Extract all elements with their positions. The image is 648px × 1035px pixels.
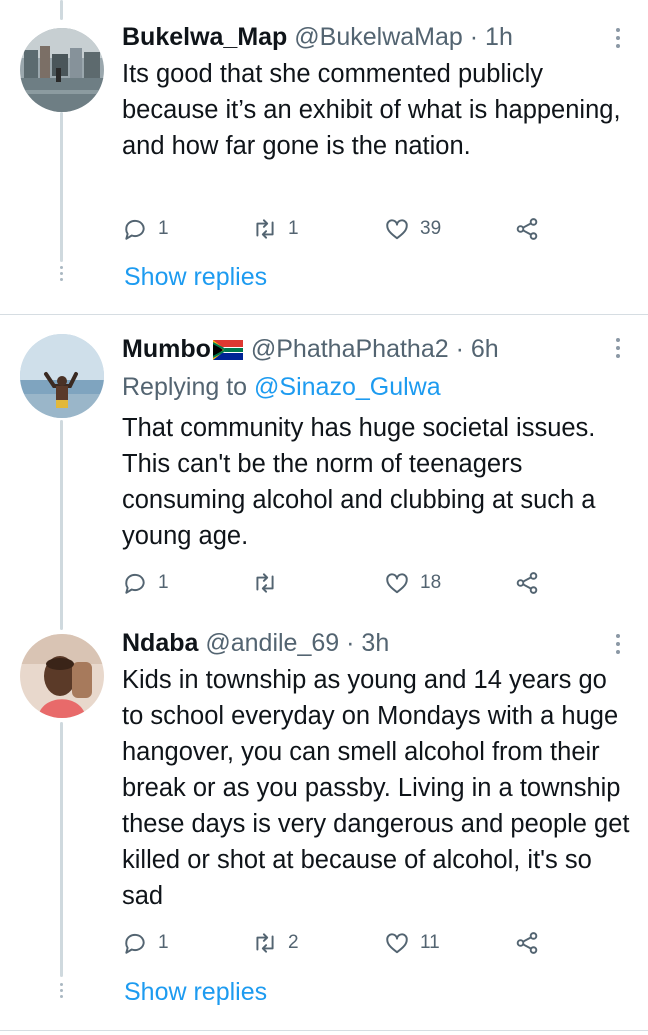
reply-button[interactable]: 1 [122, 214, 169, 244]
tweet-actions-1: 1 1 39 [122, 214, 562, 244]
retweet-button[interactable]: 1 [252, 214, 299, 244]
retweet-icon [256, 933, 274, 953]
display-name[interactable]: Ndaba [122, 629, 198, 657]
divider [0, 1030, 648, 1031]
display-name[interactable]: Bukelwa_Map [122, 23, 287, 51]
tweet-text: Kids in township as young and 14 years g… [122, 666, 630, 910]
share-button[interactable] [514, 928, 540, 958]
like-icon [386, 573, 408, 594]
reply-count: 1 [158, 932, 169, 953]
separator-dot: · [455, 335, 464, 363]
show-replies-link[interactable]: Show replies [124, 262, 267, 292]
reply-button[interactable]: 1 [122, 928, 169, 958]
separator-dot: · [469, 23, 479, 51]
retweet-count: 1 [288, 218, 299, 239]
thread-dots-1 [58, 266, 64, 281]
replying-to: Replying to @Sinazo_Gulwa [122, 372, 441, 402]
display-name[interactable]: Mumbo [122, 335, 211, 363]
reply-count: 1 [158, 218, 169, 239]
timestamp[interactable]: 6h [471, 335, 499, 363]
share-icon [516, 218, 538, 240]
timestamp[interactable]: 1h [485, 23, 513, 51]
retweet-button[interactable] [252, 568, 288, 598]
tweet-header-1: Bukelwa_Map @BukelwaMap · 1h [122, 22, 513, 52]
tweet-text: Its good that she commented publicly bec… [122, 60, 621, 160]
mention-link[interactable]: @Sinazo_Gulwa [254, 373, 441, 401]
reply-count: 1 [158, 572, 169, 593]
avatar-mumbo[interactable] [20, 334, 104, 418]
like-button[interactable]: 39 [384, 214, 441, 244]
timestamp[interactable]: 3h [361, 629, 389, 657]
like-count: 11 [420, 932, 440, 953]
tweet-actions-3: 1 2 11 [122, 928, 562, 958]
thread-line-3 [60, 722, 63, 977]
retweet-icon [256, 219, 274, 239]
like-count: 18 [420, 572, 442, 593]
tweet-header-2: Mumbo @PhathaPhatha2 · 6h [122, 334, 499, 364]
separator-dot: · [346, 629, 355, 657]
retweet-icon [256, 573, 274, 593]
user-handle[interactable]: @andile_69 [205, 629, 339, 657]
thread-line-top [60, 0, 63, 20]
reply-icon [125, 573, 145, 594]
avatar-bukelwa[interactable] [20, 28, 104, 112]
tweet-text: That community has huge societal issues.… [122, 414, 596, 550]
reply-icon [125, 933, 145, 954]
divider [0, 314, 648, 315]
share-button[interactable] [514, 214, 540, 244]
more-options-icon[interactable] [608, 28, 628, 48]
share-icon [516, 932, 538, 954]
thread-line-2 [60, 420, 63, 630]
retweet-count: 2 [288, 932, 299, 953]
tweet-actions-2: 1 18 [122, 568, 562, 598]
tweet-header-3: Ndaba @andile_69 · 3h [122, 628, 389, 658]
share-icon [516, 572, 538, 594]
replying-prefix: Replying to [122, 373, 248, 401]
thread-line-1 [60, 112, 63, 262]
show-replies-link[interactable]: Show replies [124, 977, 267, 1007]
retweet-button[interactable]: 2 [252, 928, 299, 958]
share-button[interactable] [514, 568, 540, 598]
reply-icon [125, 219, 145, 240]
thread-dots-3 [58, 983, 64, 998]
user-handle[interactable]: @PhathaPhatha2 [251, 335, 449, 363]
south-africa-flag-icon [212, 340, 243, 360]
more-options-icon[interactable] [608, 634, 628, 654]
like-icon [386, 933, 408, 954]
like-button[interactable]: 11 [384, 928, 440, 958]
like-icon [386, 219, 408, 240]
like-count: 39 [420, 218, 442, 239]
reply-button[interactable]: 1 [122, 568, 169, 598]
more-options-icon[interactable] [608, 338, 628, 358]
user-handle[interactable]: @BukelwaMap [294, 23, 463, 51]
like-button[interactable]: 18 [384, 568, 441, 598]
avatar-ndaba[interactable] [20, 634, 104, 718]
